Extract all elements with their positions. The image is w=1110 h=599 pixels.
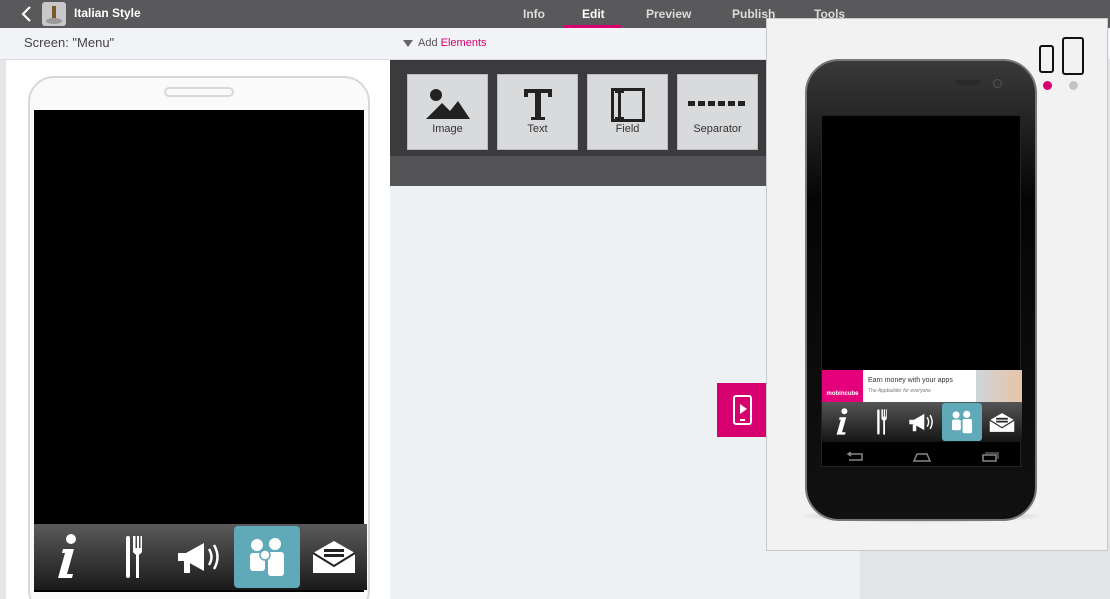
add-elements-toggle[interactable]: Add Elements [403,37,487,49]
phone-speaker [164,87,234,97]
phone-frame [28,76,370,599]
app-thumbnail-icon [42,2,66,26]
back-key-icon[interactable] [845,452,865,462]
device-preview-panel: mobincube Earn money with your apps The … [766,18,1108,551]
megaphone-icon [178,543,220,573]
phone-device-icon[interactable] [1039,45,1054,73]
phone-screen[interactable] [34,110,367,592]
preview-toggle-button[interactable] [717,383,767,437]
envelope-icon [312,541,356,573]
app-title: Italian Style [74,6,141,20]
triangle-down-icon [403,40,413,47]
fork-knife-icon [877,409,887,435]
preview-tab-bar [822,402,1022,442]
preview-tab-info[interactable] [822,403,862,441]
add-text-button[interactable]: Text [497,74,578,150]
android-softkeys [822,446,1022,468]
add-prefix: Add [418,37,438,49]
tablet-device-icon[interactable] [1062,37,1084,75]
ad-title: Earn money with your apps [868,377,953,384]
preview-tab-contact[interactable] [982,403,1022,441]
preview-tab-news[interactable] [902,403,942,441]
add-image-button[interactable]: Image [407,74,488,150]
preview-phone: mobincube Earn money with your apps The … [805,59,1037,521]
add-elements-link[interactable]: Elements [441,37,487,49]
ad-photo [976,370,1022,402]
envelope-icon [989,412,1015,432]
tablet-selected-dot[interactable] [1069,81,1078,90]
tab-info[interactable]: Info [523,7,545,21]
tool-label: Field [615,123,640,135]
add-separator-button[interactable]: Separator [677,74,758,150]
tool-label: Image [432,123,463,135]
fork-knife-icon [125,536,142,578]
preview-screen[interactable]: mobincube Earn money with your apps The … [821,115,1022,468]
tool-label: Text [527,123,548,135]
field-icon [610,88,645,122]
add-field-button[interactable]: Field [587,74,668,150]
megaphone-icon [909,413,933,432]
ad-brand-logo: mobincube [822,370,863,402]
people-icon [250,538,285,576]
info-icon [836,408,848,435]
tab-bar [34,524,367,590]
home-key-icon[interactable] [912,452,932,462]
preview-tab-community[interactable] [942,403,982,441]
tab-bar-item-info[interactable] [34,526,101,588]
tool-label: Separator [693,123,742,135]
screen-editor-panel [6,60,390,599]
image-icon [425,89,470,119]
tab-bar-item-contact[interactable] [300,526,367,588]
preview-tab-menu[interactable] [862,403,902,441]
tab-bar-item-news[interactable] [167,526,234,588]
camera-icon [993,79,1002,88]
recent-apps-key-icon[interactable] [979,452,999,462]
ad-subtitle: The Appbuilder for everyone [868,388,931,394]
tab-preview[interactable]: Preview [646,7,691,21]
people-icon [951,410,973,434]
phone-earpiece [955,80,981,85]
info-icon [58,534,77,578]
phone-selected-dot[interactable] [1043,81,1052,90]
screen-label: Screen: "Menu" [24,35,115,50]
ad-banner[interactable]: mobincube Earn money with your apps The … [822,370,1022,402]
tab-bar-item-community[interactable] [233,526,301,588]
tab-edit[interactable]: Edit [582,7,605,21]
separator-icon [687,101,745,106]
chevron-left-icon[interactable] [20,4,34,24]
text-icon [523,89,552,120]
tab-bar-item-menu[interactable] [101,526,168,588]
phone-play-icon [733,395,752,425]
